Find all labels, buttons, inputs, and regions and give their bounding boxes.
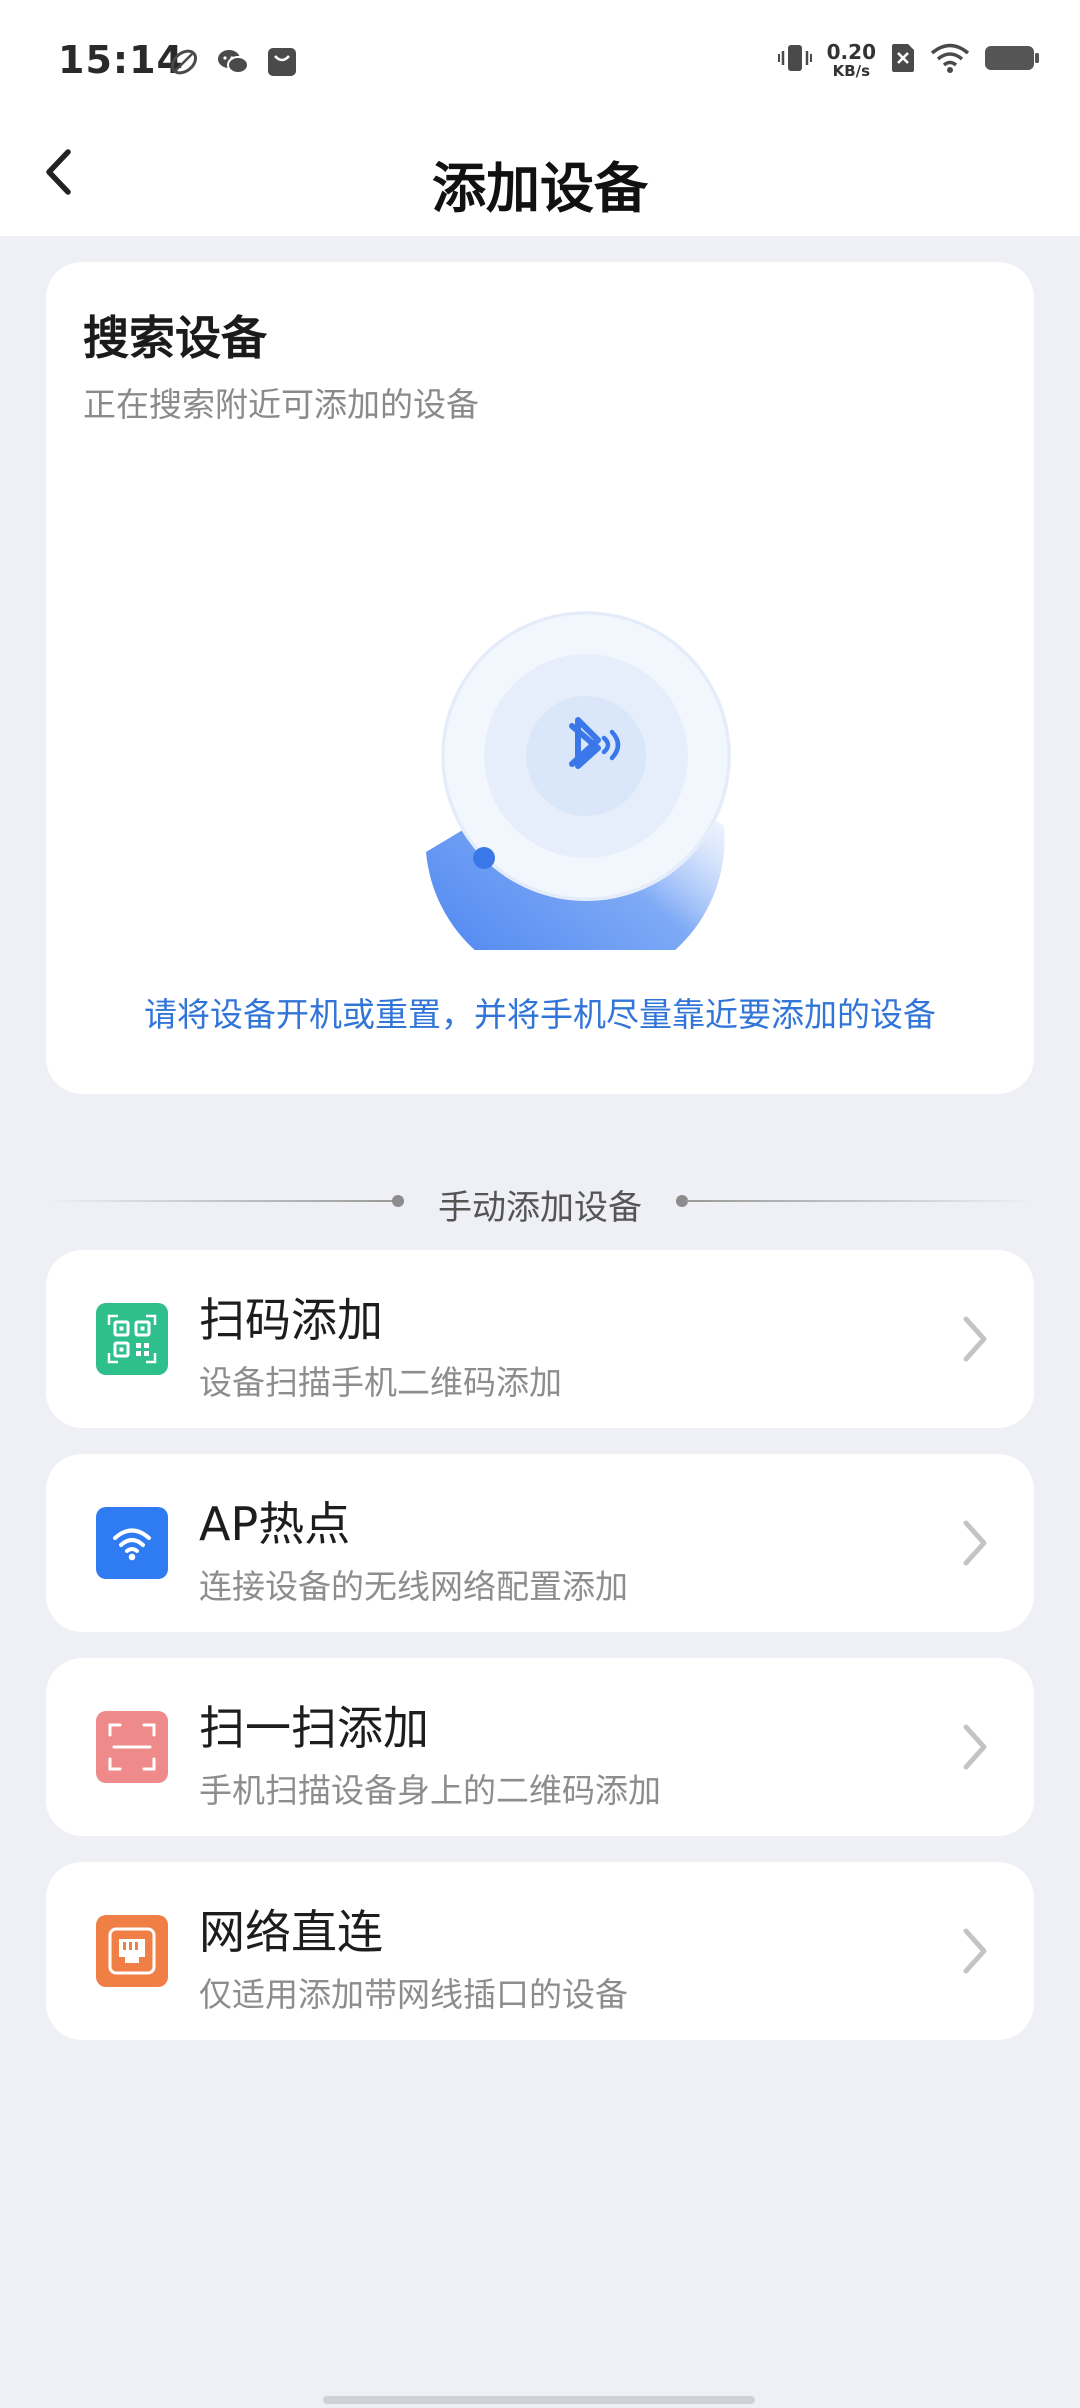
header: 添加设备	[0, 128, 1080, 236]
chevron-right-icon	[963, 1520, 987, 1566]
search-card-title: 搜索设备	[83, 311, 267, 365]
home-indicator[interactable]	[323, 2396, 755, 2404]
message-icon	[266, 46, 298, 82]
ethernet-port-icon	[96, 1915, 168, 1987]
option-title: AP热点	[199, 1497, 351, 1551]
option-title: 扫码添加	[199, 1293, 383, 1347]
battery-icon	[984, 43, 1040, 77]
network-speed-unit: KB/s	[832, 61, 871, 80]
scan-icon	[96, 1711, 168, 1783]
notification-icons	[168, 46, 298, 82]
wechat-icon	[216, 46, 250, 82]
chevron-right-icon	[963, 1928, 987, 1974]
search-device-card: 搜索设备 正在搜索附近可添加的设备 请将设备开机或重置，并将手机尽量靠近要添加的…	[46, 262, 1034, 1094]
option-network-direct[interactable]: 网络直连 仅适用添加带网线插口的设备	[46, 1862, 1034, 2040]
option-subtitle: 手机扫描设备身上的二维码添加	[199, 1771, 661, 1810]
qr-code-icon	[96, 1303, 168, 1375]
chevron-right-icon	[963, 1316, 987, 1362]
option-ap-hotspot[interactable]: AP热点 连接设备的无线网络配置添加	[46, 1454, 1034, 1632]
status-bar: 15:14 0.20 KB/s	[0, 0, 1080, 128]
option-subtitle: 连接设备的无线网络配置添加	[199, 1567, 628, 1606]
option-title: 扫一扫添加	[199, 1701, 429, 1755]
status-time: 15:14	[58, 38, 184, 82]
chevron-right-icon	[963, 1724, 987, 1770]
vibrate-icon	[777, 40, 813, 80]
divider-line-right	[686, 1200, 1034, 1202]
status-right-icons: 0.20 KB/s	[777, 40, 1040, 80]
wifi-icon	[96, 1507, 168, 1579]
option-scan-code-add[interactable]: 扫码添加 设备扫描手机二维码添加	[46, 1250, 1034, 1428]
no-sim-icon	[890, 42, 916, 78]
option-subtitle: 设备扫描手机二维码添加	[199, 1363, 562, 1402]
network-speed: 0.20 KB/s	[827, 42, 876, 79]
wifi-status-icon	[930, 42, 970, 78]
leaf-app-icon	[168, 46, 200, 82]
manual-add-label: 手动添加设备	[438, 1188, 642, 1228]
option-subtitle: 仅适用添加带网线插口的设备	[199, 1975, 628, 2014]
bluetooth-scan-radar	[360, 530, 820, 989]
app-top-bar: 15:14 0.20 KB/s 添加设备	[0, 0, 1080, 236]
option-title: 网络直连	[199, 1905, 383, 1959]
network-speed-value: 0.20	[826, 39, 876, 64]
search-hint-text: 请将设备开机或重置，并将手机尽量靠近要添加的设备	[144, 995, 936, 1034]
manual-add-divider: 手动添加设备	[46, 1170, 1034, 1230]
page-title: 添加设备	[432, 157, 648, 220]
search-card-subtitle: 正在搜索附近可添加的设备	[83, 385, 479, 424]
option-scan-add[interactable]: 扫一扫添加 手机扫描设备身上的二维码添加	[46, 1658, 1034, 1836]
